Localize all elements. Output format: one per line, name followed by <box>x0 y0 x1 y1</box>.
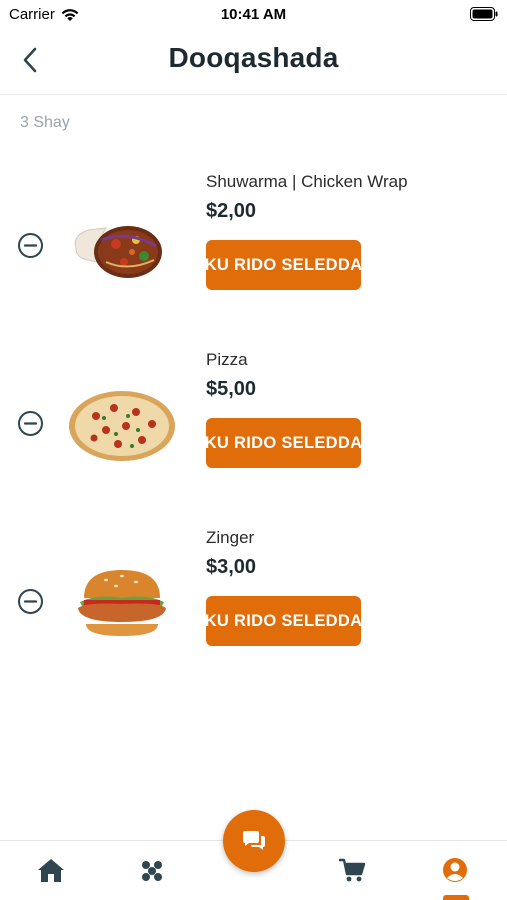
user-icon <box>443 858 467 882</box>
tab-chat[interactable] <box>223 810 285 872</box>
add-to-basket-button[interactable]: KU RIDO SELEDDA <box>205 418 362 468</box>
grid-dots-icon <box>142 861 162 881</box>
cart-list: Shuwarma | Chicken Wrap $2,00 KU RIDO SE… <box>0 150 507 684</box>
tab-categories[interactable] <box>135 853 169 887</box>
add-to-basket-button[interactable]: KU RIDO SELEDDA <box>205 596 362 646</box>
pizza-image <box>69 391 175 461</box>
chat-bubbles-icon <box>243 831 265 850</box>
add-to-basket-button[interactable]: KU RIDO SELEDDA <box>205 240 362 290</box>
remove-item-button[interactable] <box>17 588 44 615</box>
status-bar: Carrier 10:41 AM <box>0 0 507 30</box>
item-count: 3 Shay <box>20 114 70 131</box>
zinger-burger-image <box>78 570 166 636</box>
battery-icon <box>470 7 498 21</box>
cart-item: Pizza $5,00 KU RIDO SELEDDA <box>0 328 507 506</box>
page-title: Dooqashada <box>168 42 339 73</box>
header: Dooqashada <box>0 30 507 95</box>
cart-item: Zinger $3,00 KU RIDO SELEDDA <box>0 506 507 684</box>
home-icon <box>38 859 64 882</box>
item-price: $5,00 <box>206 378 257 400</box>
tab-cart[interactable] <box>335 853 369 887</box>
item-name: Pizza <box>206 350 248 369</box>
cart-icon <box>339 858 366 882</box>
remove-item-button[interactable] <box>17 232 44 259</box>
tab-profile[interactable] <box>438 853 472 887</box>
item-name: Zinger <box>206 528 255 547</box>
item-name: Shuwarma | Chicken Wrap <box>206 172 408 191</box>
shawarma-wrap-image <box>74 226 162 278</box>
item-price: $3,00 <box>206 556 257 578</box>
cart-item: Shuwarma | Chicken Wrap $2,00 KU RIDO SE… <box>0 150 507 328</box>
remove-item-button[interactable] <box>17 410 44 437</box>
tab-home[interactable] <box>34 853 68 887</box>
item-price: $2,00 <box>206 200 257 222</box>
status-time: 10:41 AM <box>220 6 287 23</box>
active-tab-indicator <box>443 895 469 900</box>
